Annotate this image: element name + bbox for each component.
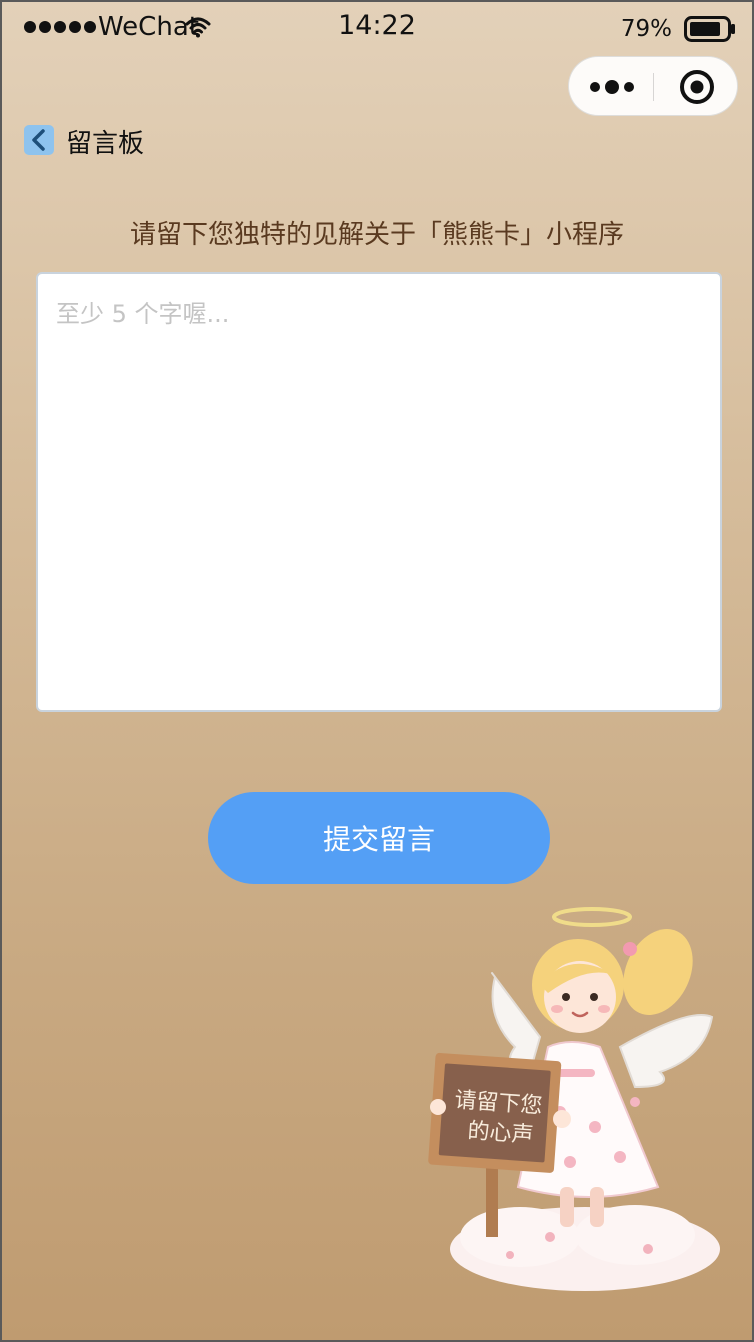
battery-percent: 79% — [620, 16, 672, 42]
more-menu-icon[interactable] — [589, 75, 635, 99]
right-wing-shape — [618, 1014, 714, 1089]
angel-mascot-illustration: 请留下您 的心声 — [428, 907, 720, 1291]
back-button[interactable] — [24, 125, 54, 155]
submit-message-button[interactable]: 提交留言 — [208, 792, 550, 884]
close-miniprogram-icon[interactable] — [679, 69, 715, 105]
prompt-text: 请留下您独特的见解关于「熊熊卡」小程序 — [129, 220, 624, 250]
hair-ponytail-shape — [623, 929, 693, 1015]
sign-text-line2: 的心声 — [467, 1119, 535, 1149]
miniprogram-capsule — [568, 56, 738, 116]
message-board-screen: WeChat 14:22 79% 留言板 请留下您独特的见解关于「熊熊卡」小程序… — [0, 0, 754, 1342]
chevron-left-icon — [32, 129, 45, 151]
message-input[interactable] — [36, 272, 722, 712]
page-title: 留言板 — [66, 129, 145, 159]
status-bar: WeChat 14:22 79% — [2, 2, 752, 54]
halo-shape — [552, 907, 632, 927]
capsule-divider — [653, 73, 654, 101]
battery-icon — [684, 16, 735, 42]
